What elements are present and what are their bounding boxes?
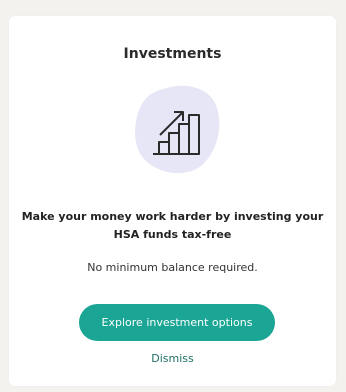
headline-text: Make your money work harder by investing… [21,210,324,241]
dismiss-link[interactable]: Dismiss [9,352,336,365]
explore-investment-options-button[interactable]: Explore investment options [79,304,275,341]
minimum-balance-text: No minimum balance required. [87,261,258,274]
investments-card: Investments Make your money work harder … [9,16,336,386]
card-title: Investments [123,46,222,62]
growth-chart-icon [131,82,223,176]
